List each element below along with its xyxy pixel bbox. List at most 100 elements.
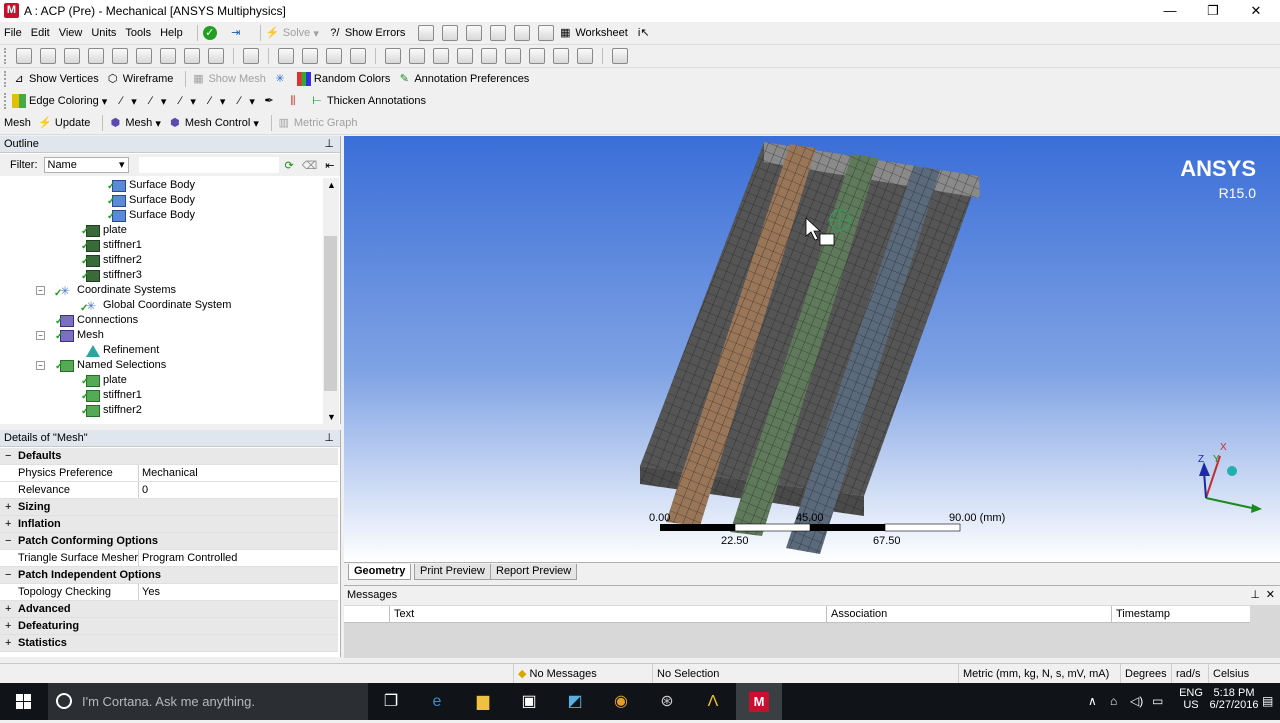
edge-coloring-dropdown[interactable]: Edge Coloring ▾ [12, 94, 107, 108]
tree-options-icon[interactable]: ⇤ [325, 159, 334, 172]
language-indicator[interactable]: ENG US [1174, 683, 1208, 720]
file-explorer-icon[interactable]: ▆ [460, 683, 506, 720]
select-edge-icon[interactable] [64, 48, 80, 64]
select-node-icon[interactable] [160, 48, 176, 64]
tray-chevron-icon[interactable]: ∧ [1088, 683, 1097, 720]
pin-icon[interactable]: ⊥ [324, 136, 334, 153]
action-center-icon[interactable]: ▤ [1262, 683, 1273, 720]
scroll-thumb[interactable] [324, 236, 337, 391]
zoom-box-icon[interactable] [350, 48, 366, 64]
select-green-icon[interactable] [208, 48, 224, 64]
details-group-row[interactable]: + Inflation [0, 516, 338, 533]
tree-item[interactable]: ✓ plate [81, 223, 127, 238]
tree-item[interactable]: ✓ stiffner2 [81, 253, 142, 268]
tree-item[interactable]: ✓ stiffner1 [81, 388, 142, 403]
tree-item[interactable]: ✓ Connections [55, 313, 138, 328]
scroll-up-icon[interactable]: ▲ [327, 180, 336, 190]
tree-item[interactable]: ✓ stiffner3 [81, 268, 142, 283]
details-property-row[interactable]: Physics Preference Mechanical [0, 465, 338, 482]
select-mode-icon[interactable] [16, 48, 32, 64]
image-icon[interactable] [442, 25, 459, 41]
mesh-dropdown[interactable]: ⬢ Mesh ▾ [108, 116, 161, 130]
print-icon[interactable] [553, 48, 569, 64]
zoom-in-icon[interactable] [433, 48, 449, 64]
group-toggle-icon[interactable]: + [5, 601, 11, 617]
col-association[interactable]: Association [826, 606, 1112, 623]
tab-print-preview[interactable]: Print Preview [414, 564, 491, 580]
chrome-icon[interactable]: ◉ [598, 683, 644, 720]
details-value[interactable]: Yes [138, 584, 338, 600]
tree-icon[interactable] [418, 25, 435, 41]
col-text[interactable]: Text [389, 606, 827, 623]
tag-icon[interactable] [577, 48, 593, 64]
close-button[interactable]: ✕ [1234, 0, 1278, 22]
tree-item[interactable]: ✓ stiffner1 [81, 238, 142, 253]
menu-tools[interactable]: Tools [125, 27, 151, 39]
thicken-annotations-button[interactable]: ⊢ Thicken Annotations [310, 94, 426, 108]
scroll-down-icon[interactable]: ▼ [327, 412, 336, 422]
refresh-icon[interactable]: ⟳ [285, 159, 294, 172]
expand-toggle-icon[interactable]: − [36, 331, 45, 340]
cube-icon[interactable] [243, 48, 259, 64]
store-icon[interactable]: ▣ [506, 683, 552, 720]
status-degrees[interactable]: Degrees [1120, 664, 1172, 684]
edge-display-5-button[interactable]: ∕ ▾ [232, 94, 255, 108]
chart-icon[interactable] [466, 25, 483, 41]
magnifier-icon[interactable] [409, 48, 425, 64]
pointer-icon[interactable] [112, 48, 128, 64]
tree-item[interactable]: ✓ Named Selections − [36, 358, 166, 373]
minimize-button[interactable]: — [1148, 0, 1192, 22]
model-view[interactable] [344, 136, 1280, 562]
ansys-icon[interactable]: Λ [690, 683, 736, 720]
metric-graph-button[interactable]: ▥ Metric Graph [277, 116, 358, 130]
app-icon[interactable]: ⊛ [644, 683, 690, 720]
details-group-row[interactable]: + Statistics [0, 635, 338, 652]
next-view-icon[interactable] [529, 48, 545, 64]
edge-display-3-button[interactable]: ∕ ▾ [173, 94, 195, 108]
coordinate-triad[interactable] [1199, 455, 1262, 513]
update-button[interactable]: ⚡ Update [38, 116, 90, 130]
axis-toggle-button[interactable]: ✳ [273, 72, 290, 86]
worksheet-button[interactable]: ▦ Worksheet [558, 26, 628, 40]
details-value[interactable]: Program Controlled [138, 550, 338, 566]
close-panel-icon[interactable]: ✕ [1266, 586, 1275, 605]
context-help-button[interactable]: i↖ [637, 26, 654, 40]
outline-scrollbar[interactable]: ▲ ▼ [323, 178, 339, 424]
annotation-preferences-button[interactable]: ✎ Annotation Preferences [397, 72, 530, 86]
task-view-icon[interactable]: ❐ [368, 683, 414, 720]
details-property-row[interactable]: Relevance 0 [0, 482, 338, 499]
expand-toggle-icon[interactable]: − [36, 361, 45, 370]
edge-display-4-button[interactable]: ∕ ▾ [203, 94, 225, 108]
notifications-small-icon[interactable]: ▭ [1152, 683, 1163, 720]
show-vertices-button[interactable]: ⊿ Show Vertices [12, 72, 98, 86]
group-toggle-icon[interactable]: + [5, 635, 11, 651]
tree-item[interactable]: ✳ ✓ Global Coordinate System [80, 298, 231, 314]
viewport-layout-icon[interactable] [612, 48, 628, 64]
workbench-icon[interactable]: ◩ [552, 683, 598, 720]
group-toggle-icon[interactable]: − [5, 448, 11, 464]
select-vertex-icon[interactable] [40, 48, 56, 64]
iso-view-icon[interactable] [481, 48, 497, 64]
details-group-row[interactable]: − Defaults [0, 448, 338, 465]
group-toggle-icon[interactable]: − [5, 533, 11, 549]
maximize-button[interactable]: ❐ [1191, 0, 1235, 22]
mesh-control-dropdown[interactable]: ⬢ Mesh Control ▾ [168, 116, 259, 130]
details-group-row[interactable]: − Patch Independent Options [0, 567, 338, 584]
status-rads[interactable]: rad/s [1171, 664, 1209, 684]
annotation-icon[interactable] [514, 25, 531, 41]
status-temperature[interactable]: Celsius [1208, 664, 1280, 684]
details-group-row[interactable]: − Patch Conforming Options [0, 533, 338, 550]
status-messages[interactable]: ◆ No Messages [513, 664, 653, 684]
clock[interactable]: 5:18 PM 6/27/2016 [1206, 683, 1262, 720]
tree-item[interactable]: ✓ plate [81, 373, 127, 388]
group-toggle-icon[interactable]: + [5, 516, 11, 532]
pin-icon[interactable]: ⊥ [324, 430, 334, 447]
show-errors-button[interactable]: ?/ Show Errors [328, 26, 405, 40]
show-mesh-button[interactable]: ▦ Show Mesh [191, 72, 266, 86]
tree-item[interactable]: Refinement [86, 343, 159, 358]
select-face-icon[interactable] [88, 48, 104, 64]
graphics-viewport[interactable]: ANSYS R15.0 0.00 45.00 90.00 (mm) 22.50 6… [344, 136, 1280, 562]
details-value[interactable]: 0 [138, 482, 338, 498]
filter-input[interactable] [138, 157, 279, 173]
solve-button[interactable]: ⚡ Solve ▾ [266, 26, 319, 40]
